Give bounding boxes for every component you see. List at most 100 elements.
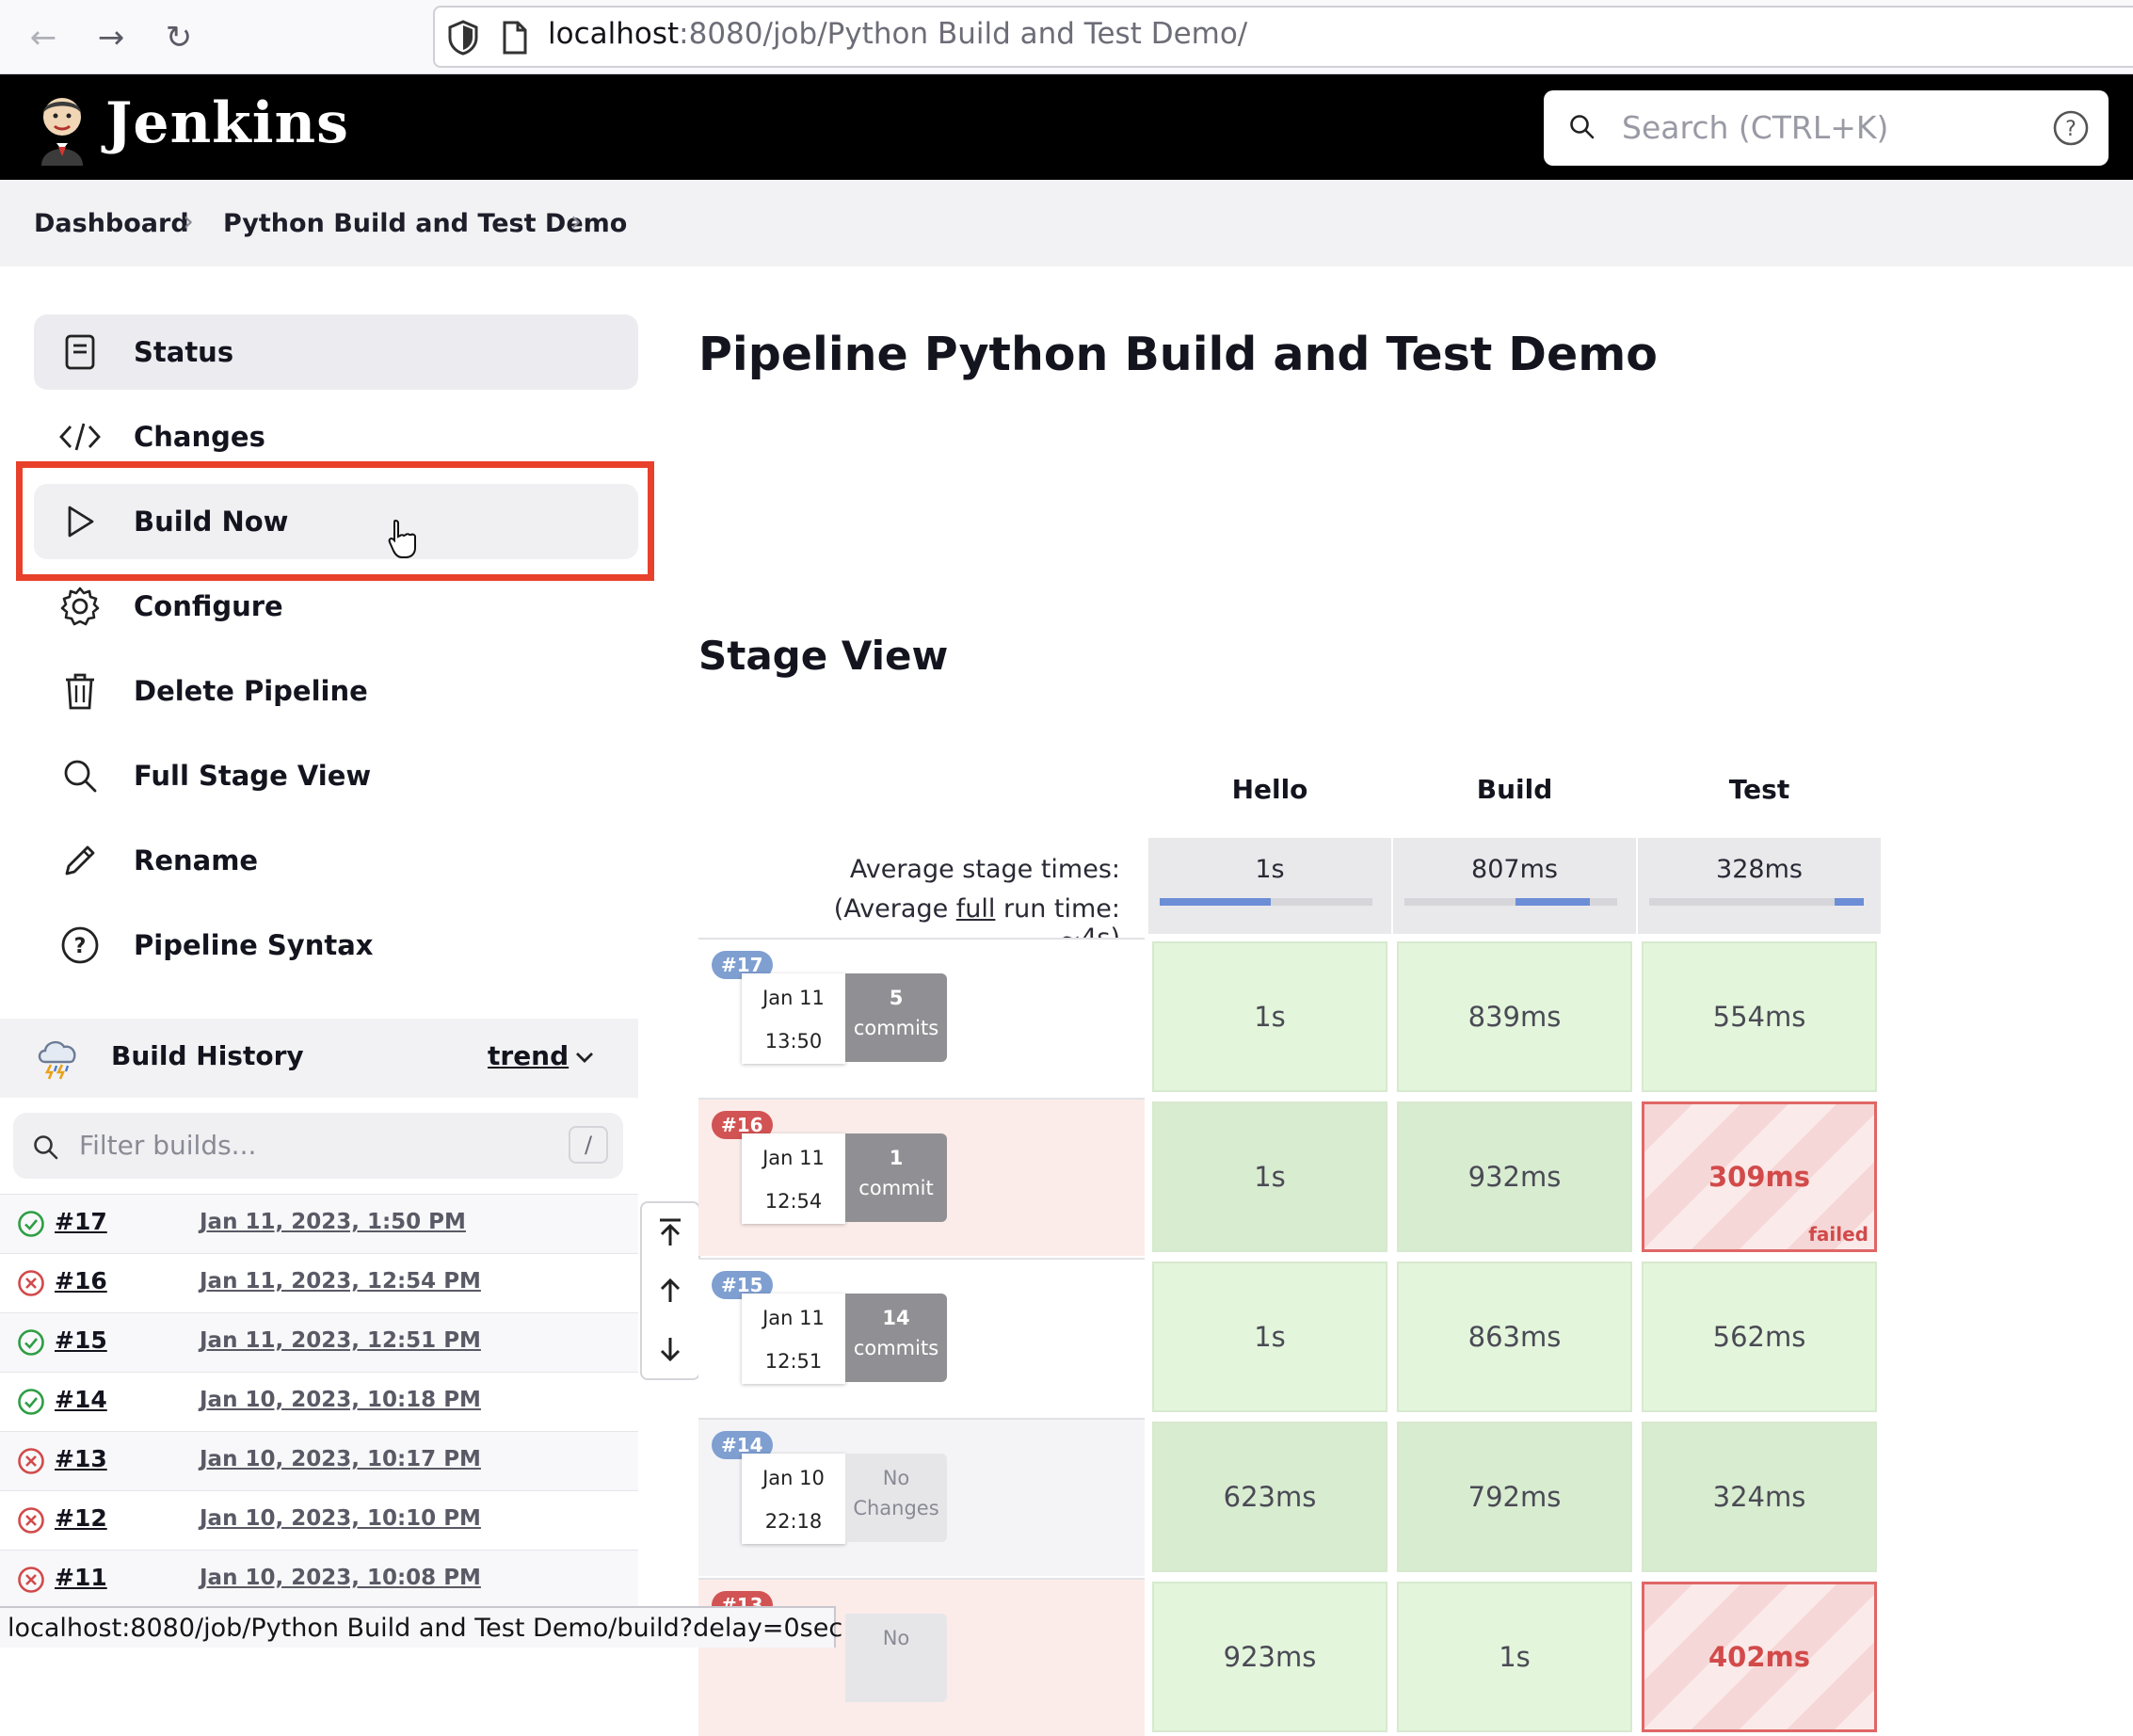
build-history-title: Build History (111, 1040, 304, 1071)
stage-cell[interactable]: 1s (1152, 941, 1387, 1092)
jenkins-title[interactable]: Jenkins (105, 90, 349, 156)
run-time: 22:18 (764, 1510, 823, 1533)
trend-link[interactable]: trend (488, 1040, 569, 1071)
commits-label: commits (853, 1337, 939, 1359)
run-commits-badge[interactable]: No (845, 1614, 947, 1702)
stage-duration: 554ms (1712, 1001, 1806, 1033)
build-date-link[interactable]: Jan 10, 2023, 10:10 PM (200, 1506, 481, 1531)
stage-cell[interactable]: 1s (1152, 1262, 1387, 1412)
stage-duration: 1s (1254, 1001, 1286, 1033)
stage-cell[interactable]: 792ms (1397, 1422, 1632, 1572)
commits-count: 14 (882, 1307, 910, 1329)
stage-cell[interactable]: 839ms (1397, 941, 1632, 1092)
build-history-row[interactable]: #12 Jan 10, 2023, 10:10 PM (0, 1490, 638, 1551)
success-icon (17, 1210, 45, 1238)
status-bar-url: localhost:8080/job/Python Build and Test… (0, 1606, 842, 1648)
run-date-card: Jan 11 12:51 (742, 1294, 845, 1384)
sidebar-item-status[interactable]: Status (34, 314, 638, 390)
build-number-link[interactable]: #15 (55, 1326, 107, 1354)
failed-icon (17, 1506, 45, 1535)
stage-run-panel[interactable]: #16 Jan 11 12:54 1 commit (698, 1098, 1145, 1256)
filter-placeholder[interactable]: Filter builds... (79, 1130, 256, 1161)
stage-cell[interactable]: 623ms (1152, 1422, 1387, 1572)
stage-cell[interactable]: 402ms (1642, 1582, 1877, 1732)
build-history-row[interactable]: #14 Jan 10, 2023, 10:18 PM (0, 1372, 638, 1432)
build-history-row[interactable]: #11 Jan 10, 2023, 10:08 PM (0, 1550, 638, 1610)
stage-cell[interactable]: 1s (1152, 1101, 1387, 1252)
stage-cell[interactable]: 932ms (1397, 1101, 1632, 1252)
run-commits-badge[interactable]: 1 commit (845, 1133, 947, 1222)
build-history-row[interactable]: #17 Jan 11, 2023, 1:50 PM (0, 1194, 638, 1254)
sidebar-item-full-stage-view[interactable]: Full Stage View (34, 738, 638, 813)
build-date-link[interactable]: Jan 11, 2023, 12:54 PM (200, 1269, 481, 1294)
sidebar-item-label: Pipeline Syntax (134, 929, 374, 961)
commits-label: commits (853, 1017, 939, 1039)
search-input[interactable]: Search (CTRL+K) (1622, 109, 1888, 146)
stage-cell[interactable]: 863ms (1397, 1262, 1632, 1412)
stage-cell[interactable]: 562ms (1642, 1262, 1877, 1412)
stage-duration: 839ms (1467, 1001, 1562, 1033)
sidebar-item-pipeline-syntax[interactable]: ? Pipeline Syntax (34, 908, 638, 983)
build-number-link[interactable]: #17 (55, 1208, 107, 1235)
reload-icon[interactable]: ↻ (158, 17, 200, 58)
stage-header-hello: Hello (1148, 744, 1391, 834)
stage-average-fill (1834, 898, 1865, 906)
search-icon (34, 1135, 58, 1160)
page-icon (503, 21, 527, 55)
help-icon[interactable]: ? (2052, 109, 2090, 147)
stage-duration: 792ms (1467, 1481, 1562, 1513)
breadcrumb-dashboard[interactable]: Dashboard (34, 209, 189, 238)
search-icon (57, 753, 103, 798)
failed-label: failed (1808, 1223, 1868, 1246)
full-run-link[interactable]: full (956, 894, 996, 924)
scroll-up-icon[interactable] (642, 1262, 698, 1320)
build-date-link[interactable]: Jan 10, 2023, 10:17 PM (200, 1447, 481, 1471)
breadcrumb-job[interactable]: Python Build and Test Demo (223, 209, 627, 238)
url-text[interactable]: localhost:8080/job/Python Build and Test… (548, 17, 1247, 51)
forward-icon[interactable]: → (90, 17, 132, 58)
stage-cell[interactable]: 309ms failed (1642, 1101, 1877, 1252)
chevron-right-icon[interactable]: › (570, 205, 582, 238)
stage-cell[interactable]: 1s (1397, 1582, 1632, 1732)
build-date-link[interactable]: Jan 11, 2023, 1:50 PM (200, 1210, 466, 1234)
build-history-row[interactable]: #16 Jan 11, 2023, 12:54 PM (0, 1253, 638, 1313)
back-icon[interactable]: ← (23, 17, 64, 58)
stage-cell[interactable]: 324ms (1642, 1422, 1877, 1572)
stage-duration: 623ms (1223, 1481, 1317, 1513)
sidebar-item-delete-pipeline[interactable]: Delete Pipeline (34, 653, 638, 729)
sidebar-item-rename[interactable]: Rename (34, 823, 638, 898)
build-history-row[interactable]: #15 Jan 11, 2023, 12:51 PM (0, 1312, 638, 1373)
stage-duration: 1s (1499, 1641, 1531, 1673)
stage-average-bar (1160, 898, 1372, 906)
shield-icon[interactable] (446, 19, 480, 56)
build-number-link[interactable]: #14 (55, 1386, 107, 1413)
build-date-link[interactable]: Jan 10, 2023, 10:08 PM (200, 1566, 481, 1590)
scroll-down-icon[interactable] (642, 1320, 698, 1378)
run-commits-badge[interactable]: No Changes (845, 1454, 947, 1542)
success-icon (17, 1388, 45, 1416)
stage-cell[interactable]: 923ms (1152, 1582, 1387, 1732)
stage-average-cell: 1s (1148, 838, 1391, 934)
jenkins-logo-icon[interactable] (32, 90, 92, 166)
help-icon: ? (57, 923, 103, 968)
build-number-link[interactable]: #11 (55, 1564, 107, 1591)
stage-run-panel[interactable]: #15 Jan 11 12:51 14 commits (698, 1258, 1145, 1416)
run-commits-badge[interactable]: 5 commits (845, 973, 947, 1062)
stage-run-panel[interactable]: #13 No (698, 1578, 1145, 1736)
success-icon (17, 1328, 45, 1357)
run-commits-badge[interactable]: 14 commits (845, 1294, 947, 1382)
stage-run-panel[interactable]: #14 Jan 10 22:18 No Changes (698, 1418, 1145, 1576)
sidebar-item-label: Configure (134, 590, 283, 622)
build-number-link[interactable]: #13 (55, 1445, 107, 1472)
stage-run-panel[interactable]: #17 Jan 11 13:50 5 commits (698, 938, 1145, 1096)
build-number-link[interactable]: #12 (55, 1504, 107, 1532)
stage-cell[interactable]: 554ms (1642, 941, 1877, 1092)
document-icon (57, 330, 103, 375)
chevron-down-icon[interactable] (572, 1045, 597, 1069)
build-date-link[interactable]: Jan 10, 2023, 10:18 PM (200, 1388, 481, 1412)
build-number-link[interactable]: #16 (55, 1267, 107, 1294)
build-date-link[interactable]: Jan 11, 2023, 12:51 PM (200, 1328, 481, 1353)
scroll-to-top-icon[interactable] (642, 1203, 698, 1262)
build-history-row[interactable]: #13 Jan 10, 2023, 10:17 PM (0, 1431, 638, 1491)
commits-label: commit (858, 1177, 934, 1199)
